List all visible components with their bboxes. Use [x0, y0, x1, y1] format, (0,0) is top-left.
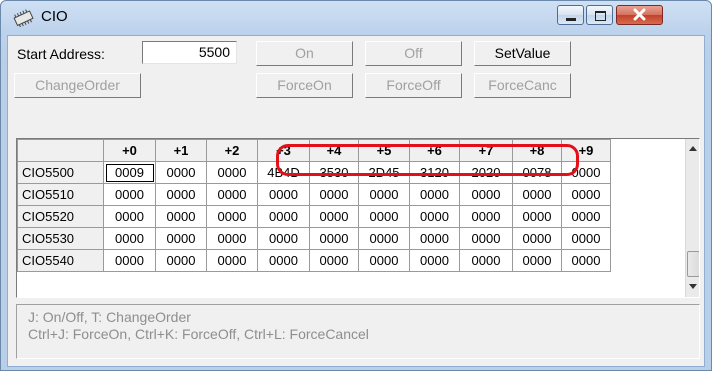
value-cell[interactable]: 0000	[409, 249, 460, 272]
table-row: CIO5510 0000 0000 0000 0000 0000 0000 00…	[17, 183, 611, 206]
value-cell[interactable]: 0000	[358, 249, 410, 272]
value-cell[interactable]: 0000	[309, 205, 359, 228]
value-cell[interactable]: 0000	[155, 249, 207, 272]
changeorder-button[interactable]: ChangeOrder	[14, 73, 141, 98]
scroll-thumb[interactable]	[687, 251, 699, 277]
value-cell[interactable]: 0000	[206, 183, 258, 206]
window-title: CIO	[41, 8, 68, 25]
value-cell[interactable]: 0000	[257, 227, 310, 250]
value-cell[interactable]: 0000	[257, 205, 310, 228]
value-cell[interactable]: 0000	[206, 249, 258, 272]
value-cell[interactable]: 0000	[561, 227, 611, 250]
table-row: CIO5520 0000 0000 0000 0000 0000 0000 00…	[17, 205, 611, 228]
value-cell[interactable]: 0000	[561, 183, 611, 206]
value-cell[interactable]: 0009	[103, 161, 156, 184]
setvalue-button[interactable]: SetValue	[474, 41, 571, 66]
table-row: CIO5540 0000 0000 0000 0000 0000 0000 00…	[17, 249, 611, 272]
value-cell[interactable]: 0000	[309, 183, 359, 206]
forceoff-button[interactable]: ForceOff	[365, 73, 462, 98]
close-button[interactable]	[616, 5, 663, 25]
row-address: CIO5520	[17, 205, 104, 228]
help-line-2: Ctrl+J: ForceOn, Ctrl+K: ForceOff, Ctrl+…	[28, 326, 369, 342]
maximize-icon	[595, 11, 606, 21]
value-cell[interactable]: 0000	[561, 205, 611, 228]
minimize-button[interactable]	[557, 5, 584, 25]
maximize-button[interactable]	[586, 5, 613, 25]
value-cell[interactable]: 0000	[512, 205, 562, 228]
value-cell[interactable]: 0000	[103, 249, 156, 272]
value-cell[interactable]: 0000	[409, 205, 460, 228]
value-cell[interactable]: 0000	[409, 227, 460, 250]
value-cell[interactable]: 0000	[358, 227, 410, 250]
value-cell[interactable]: 0000	[358, 183, 410, 206]
value-cell[interactable]: 0000	[561, 249, 611, 272]
start-address-label: Start Address:	[17, 46, 105, 62]
value-cell[interactable]: 0000	[257, 249, 310, 272]
row-address: CIO5500	[17, 161, 104, 184]
table-row: CIO5530 0000 0000 0000 0000 0000 0000 00…	[17, 227, 611, 250]
forceon-button[interactable]: ForceOn	[256, 73, 353, 98]
cio-window: CIO Start Address: 5500 On Off SetValue …	[0, 0, 712, 371]
forcecanc-button[interactable]: ForceCanc	[474, 73, 571, 98]
on-button[interactable]: On	[256, 41, 353, 66]
value-cell[interactable]: 0000	[103, 183, 156, 206]
value-cell[interactable]: 0000	[459, 205, 513, 228]
highlight-annotation	[276, 144, 579, 176]
scroll-up-icon[interactable]	[689, 146, 697, 151]
value-cell[interactable]: 0000	[155, 161, 207, 184]
vertical-scrollbar[interactable]	[685, 139, 699, 297]
off-button[interactable]: Off	[365, 41, 462, 66]
column-header: +2	[206, 139, 258, 162]
value-cell[interactable]: 0000	[512, 183, 562, 206]
chip-icon	[11, 9, 37, 28]
column-header: +0	[103, 139, 156, 162]
value-cell[interactable]: 0000	[409, 183, 460, 206]
value-cell[interactable]: 0000	[206, 227, 258, 250]
client-area: Start Address: 5500 On Off SetValue Chan…	[7, 35, 705, 367]
value-cell[interactable]: 0000	[309, 249, 359, 272]
value-cell[interactable]: 0000	[206, 161, 258, 184]
value-cell[interactable]: 0000	[257, 183, 310, 206]
value-cell[interactable]: 0000	[103, 205, 156, 228]
minimize-icon	[566, 18, 576, 21]
value-cell[interactable]: 0000	[103, 227, 156, 250]
value-cell[interactable]: 0000	[459, 183, 513, 206]
value-cell[interactable]: 0000	[512, 227, 562, 250]
scroll-down-icon[interactable]	[689, 284, 697, 289]
row-address: CIO5510	[17, 183, 104, 206]
value-cell[interactable]: 0000	[155, 183, 207, 206]
row-address: CIO5530	[17, 227, 104, 250]
value-cell[interactable]: 0000	[358, 205, 410, 228]
value-cell[interactable]: 0000	[309, 227, 359, 250]
help-line-1: J: On/Off, T: ChangeOrder	[28, 309, 191, 325]
value-cell[interactable]: 0000	[206, 205, 258, 228]
column-header	[17, 139, 104, 162]
row-address: CIO5540	[17, 249, 104, 272]
start-address-field[interactable]: 5500	[142, 41, 237, 64]
value-cell[interactable]: 0000	[512, 249, 562, 272]
value-cell[interactable]: 0000	[155, 205, 207, 228]
close-icon	[633, 8, 646, 21]
shortcut-help-panel: J: On/Off, T: ChangeOrder Ctrl+J: ForceO…	[16, 304, 700, 359]
value-cell[interactable]: 0000	[459, 227, 513, 250]
title-bar[interactable]: CIO	[1, 1, 711, 35]
value-cell[interactable]: 0000	[459, 249, 513, 272]
value-cell[interactable]: 0000	[155, 227, 207, 250]
column-header: +1	[155, 139, 207, 162]
